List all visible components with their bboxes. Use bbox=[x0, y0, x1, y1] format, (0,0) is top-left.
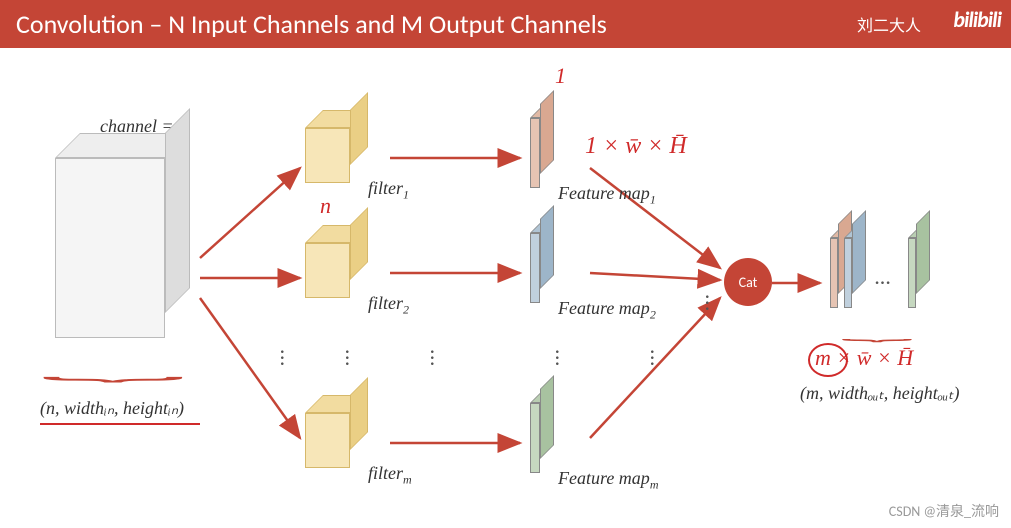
input-brace: ⏟ bbox=[41, 354, 185, 382]
dots-filter: ··· bbox=[345, 348, 350, 366]
slide-title: Convolution – N Input Channels and M Out… bbox=[16, 8, 607, 40]
filter-label-1: filter1 bbox=[368, 178, 409, 203]
output-brace: ⏟ bbox=[841, 322, 913, 341]
author-watermark: 刘二大人 bbox=[857, 12, 921, 36]
filter-label-m: filterm bbox=[368, 463, 412, 488]
feature-map-label-m: Feature mapm bbox=[558, 468, 658, 493]
dots-cat: ··· bbox=[705, 293, 710, 311]
cat-node: Cat bbox=[724, 258, 772, 306]
cat-label: Cat bbox=[739, 274, 758, 291]
input-underline bbox=[40, 423, 200, 425]
slide-header: Convolution – N Input Channels and M Out… bbox=[0, 0, 1011, 48]
dots-fmap: ··· bbox=[555, 348, 560, 366]
hand-dims-1: 1 × w̄ × H̄ bbox=[585, 133, 687, 160]
footer-watermark: CSDN @清泉_流响 bbox=[889, 501, 999, 521]
dots-arrow2: ··· bbox=[430, 348, 435, 366]
input-shape-label: (n, widthᵢₙ, heightᵢₙ) bbox=[40, 398, 184, 419]
dots-fmap-arrow: ··· bbox=[650, 348, 655, 366]
feature-map-label-2: Feature map2 bbox=[558, 298, 656, 323]
filter-label-2: filter2 bbox=[368, 293, 409, 318]
dots-arrow: ··· bbox=[280, 348, 285, 366]
output-shape-label: (m, widthₒᵤₜ, heightₒᵤₜ) bbox=[800, 383, 959, 404]
hand-m-output: m × w̄ × H̄ bbox=[815, 345, 913, 371]
feature-map-label-1: Feature map1 bbox=[558, 183, 656, 208]
hand-one: 1 bbox=[555, 63, 566, 89]
bilibili-logo: bilibili bbox=[953, 6, 1001, 33]
output-dots: … bbox=[875, 263, 894, 290]
diagram-canvas: channel = n ⏟ (n, widthᵢₙ, heightᵢₙ) fil… bbox=[0, 48, 1011, 528]
hand-n: n bbox=[320, 193, 331, 219]
